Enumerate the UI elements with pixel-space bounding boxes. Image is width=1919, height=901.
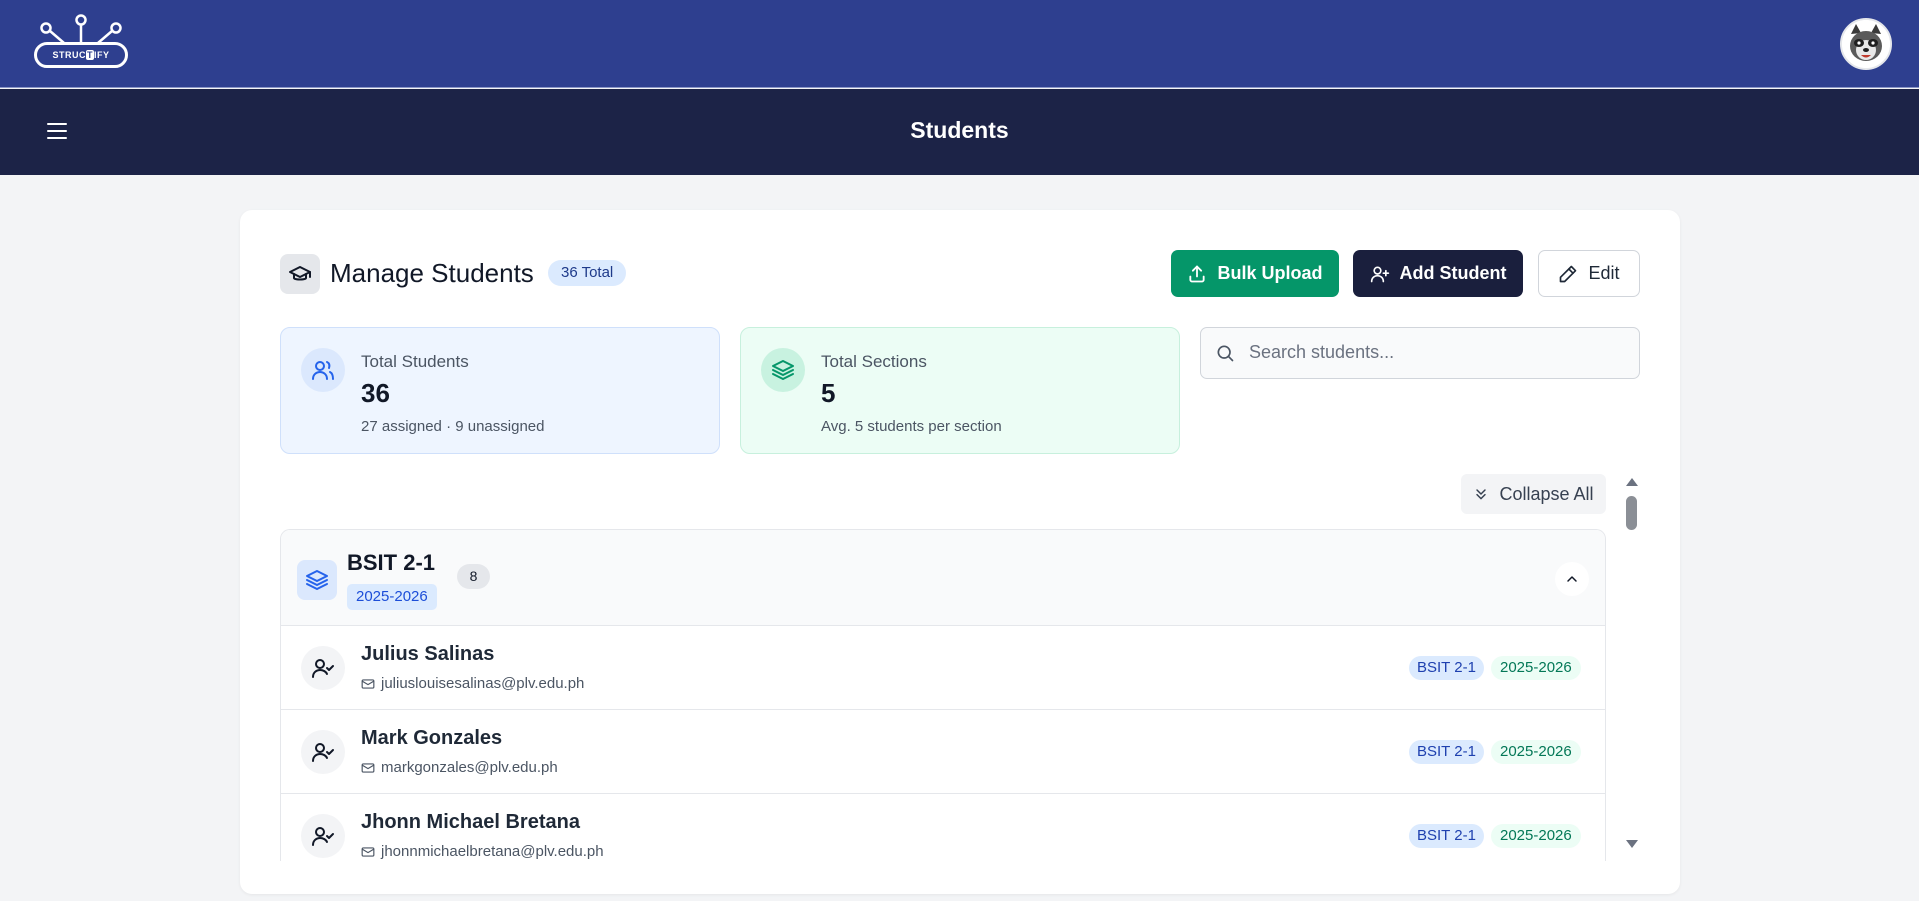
- total-students-sub: 27 assigned · 9 unassigned: [361, 418, 545, 435]
- scroll-down-arrow-icon[interactable]: [1626, 840, 1638, 848]
- total-students-card: Total Students 36 27 assigned · 9 unassi…: [280, 327, 720, 454]
- user-check-icon: [301, 730, 345, 774]
- chevron-up-icon[interactable]: [1555, 562, 1589, 596]
- total-sections-label: Total Sections: [821, 352, 927, 371]
- top-bar: STRUCTIFY: [0, 0, 1919, 88]
- search-input[interactable]: [1249, 328, 1629, 376]
- user-check-icon: [301, 814, 345, 858]
- collapse-all-button[interactable]: Collapse All: [1461, 474, 1606, 514]
- student-name: Julius Salinas: [361, 643, 495, 665]
- student-row[interactable]: Jhonn Michael Bretana jhonnmichaelbretan…: [281, 794, 1605, 861]
- student-row[interactable]: Mark Gonzales markgonzales@plv.edu.ph BS…: [281, 710, 1605, 794]
- total-sections-value: 5: [821, 378, 836, 408]
- collapse-all-label: Collapse All: [1499, 483, 1594, 504]
- pencil-icon: [1560, 265, 1577, 282]
- section-year-badge: 2025-2026: [347, 584, 437, 610]
- student-section-badge: BSIT 2-1: [1409, 824, 1484, 848]
- edit-label: Edit: [1588, 263, 1620, 283]
- total-students-value: 36: [361, 378, 390, 408]
- total-count-badge: 36 Total: [548, 260, 627, 286]
- users-icon: [301, 348, 345, 392]
- manage-students-title: Manage Students: [330, 258, 534, 288]
- logo-icon: [40, 14, 122, 44]
- search-icon: [1217, 345, 1234, 362]
- upload-icon: [1189, 265, 1206, 282]
- student-name: Mark Gonzales: [361, 727, 503, 749]
- bulk-upload-label: Bulk Upload: [1217, 263, 1323, 283]
- student-name: Jhonn Michael Bretana: [361, 811, 580, 833]
- add-student-label: Add Student: [1399, 263, 1507, 283]
- section-count-badge: 8: [457, 564, 490, 589]
- page-title: Students: [910, 117, 1009, 143]
- manage-students-card: Manage Students 36 Total Bulk Upload Add…: [240, 210, 1680, 894]
- student-email: jhonnmichaelbretana@plv.edu.ph: [361, 843, 604, 860]
- student-year-badge: 2025-2026: [1491, 824, 1581, 848]
- student-email-text: juliuslouisesalinas@plv.edu.ph: [381, 675, 585, 692]
- user-check-icon: [301, 646, 345, 690]
- section-name: BSIT 2-1: [347, 550, 436, 575]
- add-student-button[interactable]: Add Student: [1353, 250, 1523, 297]
- section-header[interactable]: BSIT 2-1 2025-2026 8: [281, 530, 1605, 626]
- layers-icon: [297, 560, 337, 600]
- search-box: [1200, 327, 1640, 379]
- logo-text: STRUCTIFY: [52, 50, 110, 60]
- student-section-badge: BSIT 2-1: [1409, 656, 1484, 680]
- scroll-thumb[interactable]: [1626, 496, 1637, 530]
- mail-icon: [361, 846, 375, 857]
- section-list: BSIT 2-1 2025-2026 8 Julius Salinas juli…: [280, 529, 1606, 861]
- student-row[interactable]: Julius Salinas juliuslouisesalinas@plv.e…: [281, 626, 1605, 710]
- student-year-badge: 2025-2026: [1491, 740, 1581, 764]
- scroll-up-arrow-icon[interactable]: [1626, 478, 1638, 486]
- student-year-badge: 2025-2026: [1491, 656, 1581, 680]
- chevrons-down-icon: [1476, 489, 1487, 500]
- structify-logo[interactable]: STRUCTIFY: [34, 14, 128, 72]
- bulk-upload-button[interactable]: Bulk Upload: [1171, 250, 1339, 297]
- graduation-cap-icon: [280, 254, 320, 294]
- student-email-text: markgonzales@plv.edu.ph: [381, 759, 558, 776]
- edit-button[interactable]: Edit: [1538, 250, 1640, 297]
- student-email-text: jhonnmichaelbretana@plv.edu.ph: [381, 843, 604, 860]
- raccoon-avatar-icon: [1842, 20, 1890, 68]
- list-scrollbar[interactable]: [1624, 478, 1638, 848]
- mail-icon: [361, 762, 375, 773]
- page-header-bar: Students: [0, 89, 1919, 175]
- student-email: juliuslouisesalinas@plv.edu.ph: [361, 675, 584, 692]
- total-students-label: Total Students: [361, 352, 469, 371]
- user-avatar[interactable]: [1840, 18, 1892, 70]
- logo-pill: STRUCTIFY: [34, 42, 128, 68]
- total-sections-card: Total Sections 5 Avg. 5 students per sec…: [740, 327, 1180, 454]
- layers-icon: [761, 348, 805, 392]
- total-sections-sub: Avg. 5 students per section: [821, 418, 1002, 435]
- mail-icon: [361, 678, 375, 689]
- student-section-badge: BSIT 2-1: [1409, 740, 1484, 764]
- student-email: markgonzales@plv.edu.ph: [361, 759, 558, 776]
- user-plus-icon: [1370, 266, 1389, 282]
